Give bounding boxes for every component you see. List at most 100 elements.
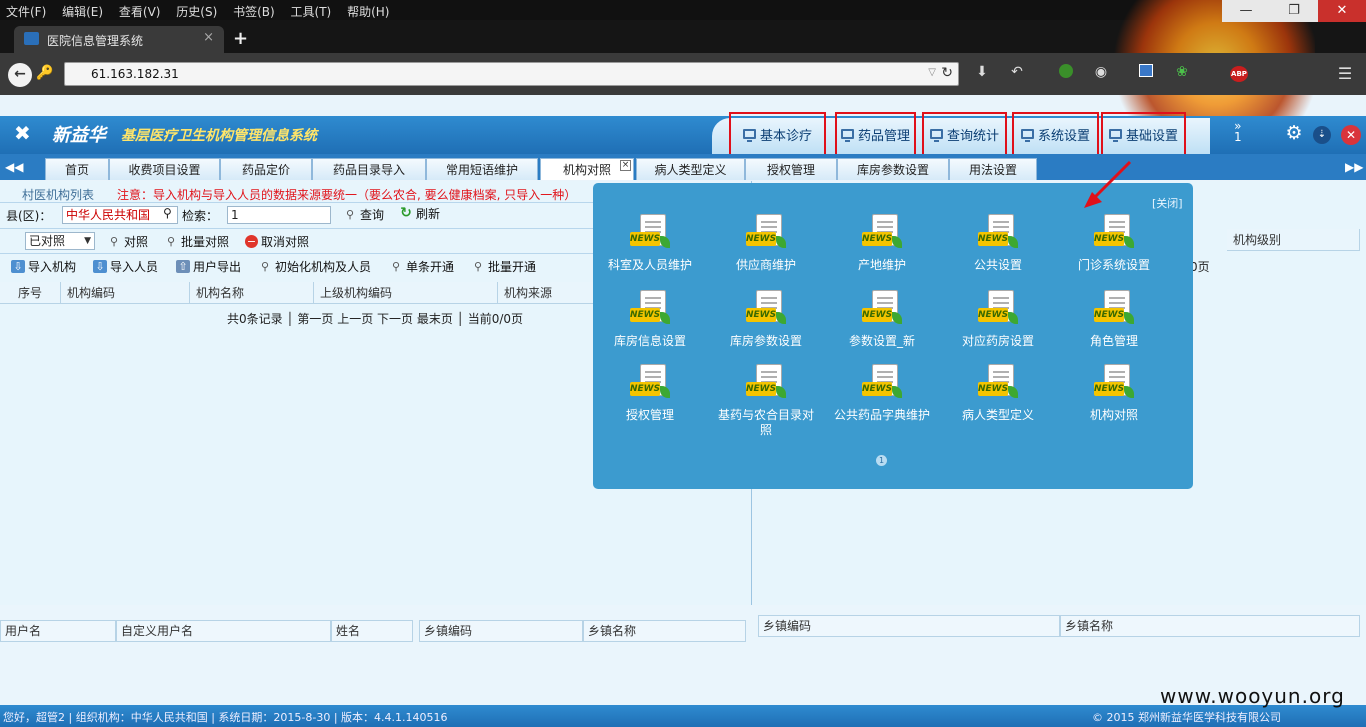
col-name[interactable]: 姓名 — [331, 620, 413, 642]
col-parent-code[interactable]: 上级机构编码 — [314, 282, 498, 304]
module-drug-management[interactable]: 药品管理 — [835, 112, 916, 156]
export-users-button[interactable]: ⇧ 用户导出 — [176, 258, 241, 275]
browser-tab-title: 医院信息管理系统 — [47, 34, 144, 48]
col-username[interactable]: 用户名 — [0, 620, 116, 642]
news-page-icon: NEWS — [862, 214, 902, 254]
module-query-stats[interactable]: 查询统计 — [922, 112, 1007, 156]
new-tab-button[interactable]: + — [233, 28, 248, 49]
import-institution-button[interactable]: ⇩ 导入机构 — [11, 258, 76, 275]
col-institution-level[interactable]: 机构级别 — [1227, 229, 1360, 251]
tab-close-icon[interactable]: × — [203, 30, 214, 45]
query-button[interactable]: ⚲ 查询 — [343, 206, 384, 223]
restore-button[interactable]: ❐ — [1270, 0, 1318, 22]
status-select[interactable]: 已对照 ▼ — [25, 232, 95, 250]
col-town-name[interactable]: 乡镇名称 — [583, 620, 746, 642]
module-basic-diagnosis[interactable]: 基本诊疗 — [729, 112, 826, 156]
dictionary-extension-icon[interactable] — [1137, 64, 1155, 84]
gear-icon[interactable]: ⚙ — [1283, 123, 1305, 145]
globe-extension-icon[interactable]: ◉ — [1092, 64, 1110, 84]
page-indicator[interactable]: 1 — [876, 455, 887, 466]
leaf-extension-icon[interactable]: ❀ — [1173, 64, 1191, 84]
map-button[interactable]: ⚲ 对照 — [107, 233, 148, 250]
module-basic-settings[interactable]: 基础设置 — [1101, 112, 1186, 156]
tab-patient-types[interactable]: 病人类型定义 — [636, 158, 745, 180]
search-icon[interactable]: ⚲ — [163, 206, 172, 220]
url-bar[interactable]: 61.163.182.31 ▽ ↻ — [64, 62, 959, 86]
back-button[interactable]: ← — [8, 63, 32, 87]
col-custom-username[interactable]: 自定义用户名 — [116, 620, 331, 642]
col-right-town-code[interactable]: 乡镇编码 — [758, 615, 1060, 637]
popup-item[interactable]: NEWS 病人类型定义 — [948, 364, 1048, 423]
col-institution-name[interactable]: 机构名称 — [190, 282, 314, 304]
popup-item[interactable]: NEWS 公共药品字典维护 — [832, 364, 932, 423]
import-notice: 注意：导入机构与导入人员的数据来源要统一（要么农合, 要么健康档案, 只导入一种… — [117, 188, 577, 202]
minimize-button[interactable]: — — [1222, 0, 1270, 22]
col-index[interactable]: 序号 — [0, 282, 61, 304]
popup-item[interactable]: NEWS 门诊系统设置 — [1064, 214, 1164, 273]
refresh-button[interactable]: ↻ 刷新 — [399, 205, 440, 222]
popup-item[interactable]: NEWS 对应药房设置 — [948, 290, 1048, 349]
tab-phrases[interactable]: 常用短语维护 — [426, 158, 538, 180]
batch-open-button[interactable]: ⚲ 批量开通 — [471, 258, 536, 275]
more-modules-button[interactable]: » 1 — [1234, 120, 1242, 143]
search-input[interactable]: 1 — [227, 206, 331, 224]
popup-item[interactable]: NEWS 公共设置 — [948, 214, 1048, 273]
popup-item[interactable]: NEWS 科室及人员维护 — [600, 214, 700, 273]
popup-item[interactable]: NEWS 产地维护 — [832, 214, 932, 273]
popup-item-label: 供应商维护 — [735, 258, 796, 272]
popup-item[interactable]: NEWS 库房参数设置 — [716, 290, 816, 349]
news-page-icon: NEWS — [978, 364, 1018, 404]
key-icon[interactable]: 🔑 — [36, 65, 60, 85]
adblock-icon[interactable]: ABP — [1228, 64, 1250, 84]
menu-help[interactable]: 帮助(H) — [341, 0, 395, 20]
reload-icon[interactable]: ↻ — [941, 65, 953, 81]
tab-scroll-left-icon[interactable]: ◀◀ — [5, 160, 23, 174]
batch-map-button[interactable]: ⚲ 批量对照 — [164, 233, 229, 250]
browser-tab[interactable]: 医院信息管理系统 × — [14, 26, 224, 53]
tab-institution-mapping[interactable]: 机构对照 × — [540, 158, 634, 180]
url-dropdown-icon[interactable]: ▽ — [928, 67, 936, 78]
init-institution-button[interactable]: ⚲ 初始化机构及人员 — [258, 258, 371, 275]
news-page-icon: NEWS — [1094, 364, 1134, 404]
col-institution-code[interactable]: 机构编码 — [61, 282, 190, 304]
tab-storeroom-params[interactable]: 库房参数设置 — [837, 158, 949, 180]
download-icon[interactable]: ⬇ — [973, 64, 991, 84]
module-system-settings[interactable]: 系统设置 — [1012, 112, 1099, 156]
popup-item[interactable]: NEWS 库房信息设置 — [600, 290, 700, 349]
tab-drug-catalog-import[interactable]: 药品目录导入 — [312, 158, 426, 180]
cancel-map-button[interactable]: − 取消对照 — [245, 233, 309, 250]
popup-item[interactable]: NEWS 角色管理 — [1064, 290, 1164, 349]
exit-icon[interactable]: ✕ — [1341, 125, 1361, 145]
col-town-code[interactable]: 乡镇编码 — [419, 620, 583, 642]
popup-item[interactable]: NEWS 供应商维护 — [716, 214, 816, 273]
county-field[interactable]: 中华人民共和国 — [62, 206, 178, 224]
menu-bookmarks[interactable]: 书签(B) — [227, 0, 281, 20]
tab-label: 机构对照 — [562, 163, 611, 177]
tab-authorization[interactable]: 授权管理 — [745, 158, 837, 180]
menu-history[interactable]: 历史(S) — [170, 0, 223, 20]
popup-item[interactable]: NEWS 参数设置_新 — [832, 290, 932, 349]
menu-edit[interactable]: 编辑(E) — [56, 0, 109, 20]
popup-item[interactable]: NEWS 授权管理 — [600, 364, 700, 423]
tab-home[interactable]: 首页 — [45, 158, 109, 180]
import-staff-button[interactable]: ⇩ 导入人员 — [93, 258, 158, 275]
popup-item[interactable]: NEWS 基药与农合目录对照 — [716, 364, 816, 438]
url-text[interactable]: 61.163.182.31 — [91, 67, 179, 81]
tab-drug-pricing[interactable]: 药品定价 — [220, 158, 312, 180]
popup-close-link[interactable]: [关闭] — [1152, 195, 1183, 211]
tab-scroll-right-icon[interactable]: ▶▶ — [1345, 160, 1363, 174]
hamburger-menu-icon[interactable]: ☰ — [1335, 64, 1355, 84]
menu-tools[interactable]: 工具(T) — [285, 0, 338, 20]
menu-view[interactable]: 查看(V) — [113, 0, 167, 20]
tab-close-icon[interactable]: × — [620, 160, 631, 171]
undo-icon[interactable]: ↶ — [1008, 64, 1026, 84]
green-extension-icon[interactable] — [1057, 64, 1075, 84]
popup-item[interactable]: NEWS 机构对照 — [1064, 364, 1164, 423]
tab-usage-settings[interactable]: 用法设置 — [949, 158, 1037, 180]
col-right-town-name[interactable]: 乡镇名称 — [1060, 615, 1360, 637]
single-open-button[interactable]: ⚲ 单条开通 — [389, 258, 454, 275]
window-close-button[interactable]: ✕ — [1318, 0, 1366, 22]
chevron-down-icon[interactable]: ⇣ — [1313, 126, 1331, 144]
tab-fee-items[interactable]: 收费项目设置 — [109, 158, 220, 180]
menu-file[interactable]: 文件(F) — [0, 0, 52, 20]
